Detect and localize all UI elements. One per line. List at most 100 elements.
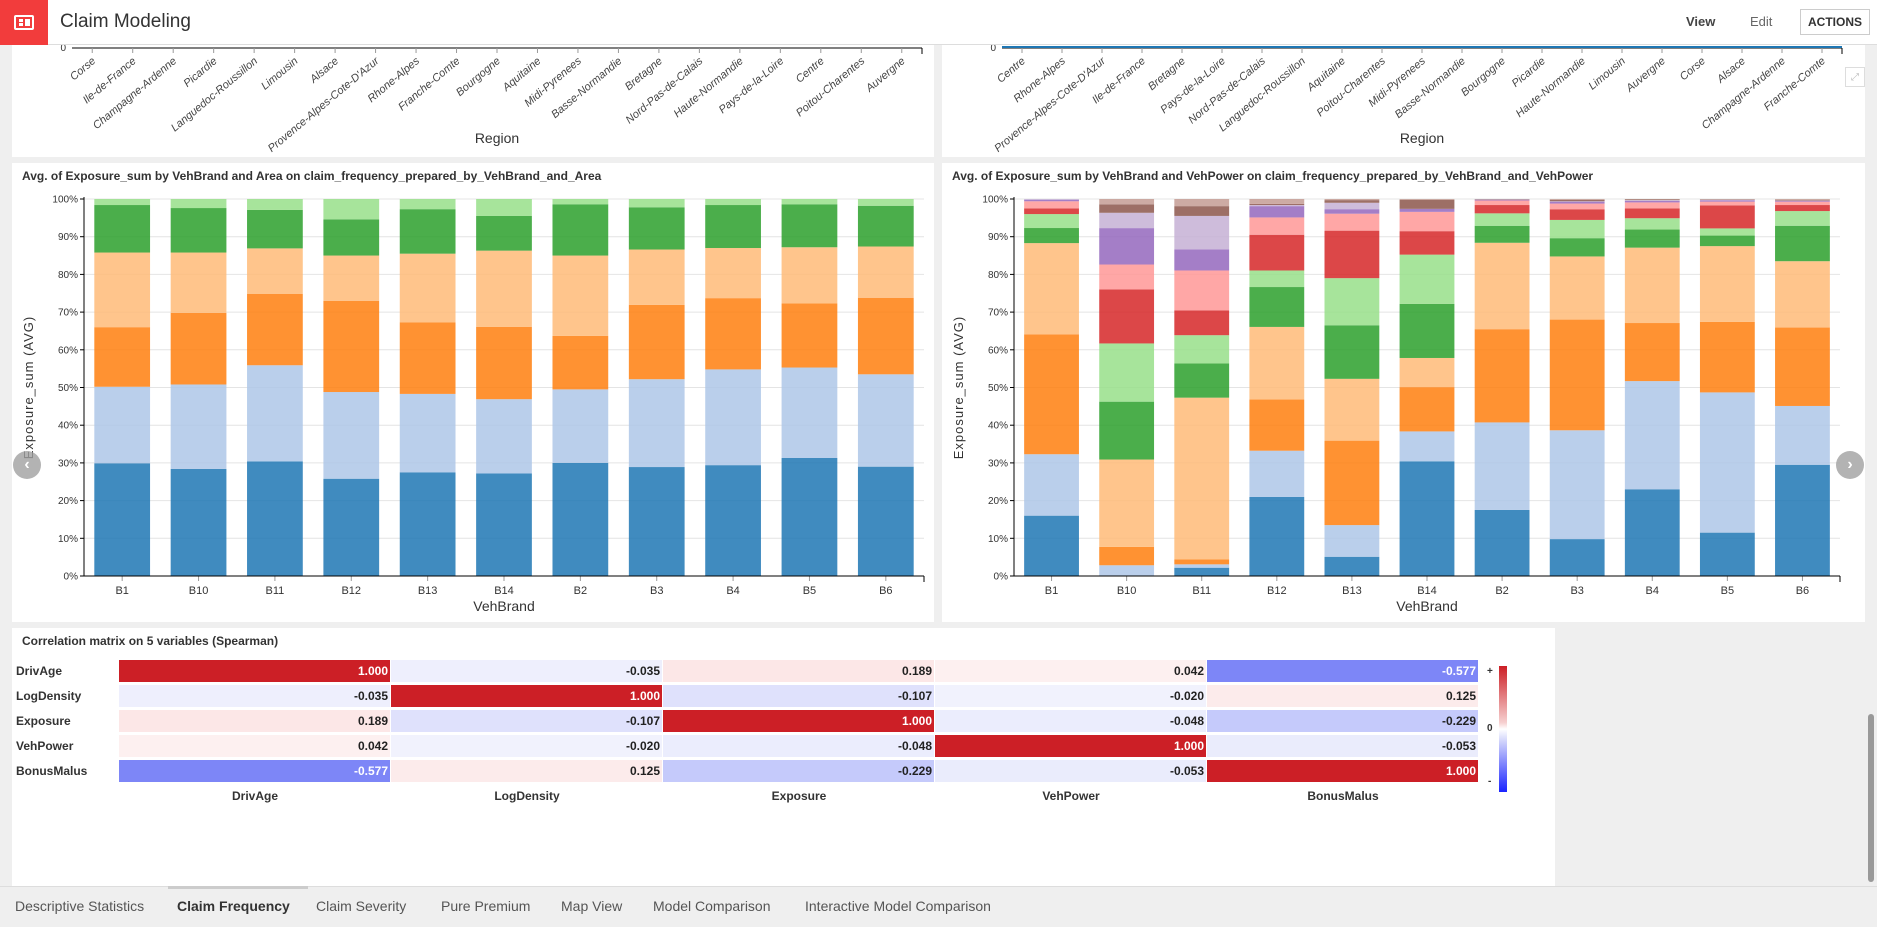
previous-arrow-icon[interactable]: ‹ (13, 451, 41, 479)
bar-segment[interactable] (1249, 217, 1305, 235)
bar-segment[interactable] (1024, 208, 1079, 215)
bar-segment[interactable] (1249, 287, 1305, 327)
bar-segment[interactable] (1249, 205, 1305, 207)
bar-segment[interactable] (1775, 199, 1830, 200)
view-button[interactable]: View (1686, 14, 1715, 29)
bar-segment[interactable] (1474, 422, 1530, 510)
bar-segment[interactable] (476, 215, 532, 251)
bar-segment[interactable] (1775, 225, 1830, 262)
bar-segment[interactable] (1549, 199, 1605, 200)
bar-segment[interactable] (1399, 208, 1455, 212)
bar-segment[interactable] (1549, 209, 1605, 220)
bar-segment[interactable] (476, 473, 532, 576)
bar-segment[interactable] (1624, 200, 1680, 203)
bar-segment[interactable] (705, 465, 761, 576)
tab-claim-severity[interactable]: Claim Severity (316, 898, 406, 914)
bar-segment[interactable] (1324, 378, 1380, 441)
bar-segment[interactable] (1474, 329, 1530, 423)
bar-segment[interactable] (1699, 199, 1755, 201)
bar-segment[interactable] (1549, 256, 1605, 320)
bar-segment[interactable] (1174, 199, 1230, 207)
bar-segment[interactable] (1624, 323, 1680, 382)
corr-cell[interactable]: -0.020 (935, 685, 1206, 707)
bar-segment[interactable] (705, 369, 761, 466)
bar-segment[interactable] (1174, 206, 1230, 216)
bar-segment[interactable] (628, 379, 685, 468)
tab-claim-frequency[interactable]: Claim Frequency (177, 898, 290, 914)
bar-segment[interactable] (1249, 234, 1305, 271)
actions-button[interactable]: ACTIONS (1800, 9, 1870, 35)
bar-segment[interactable] (1174, 363, 1230, 398)
bar-segment[interactable] (1249, 496, 1305, 576)
bar-segment[interactable] (857, 199, 914, 206)
bar-segment[interactable] (1324, 556, 1380, 576)
corr-cell[interactable]: 0.125 (391, 760, 662, 782)
bar-segment[interactable] (1549, 238, 1605, 257)
bar-segment[interactable] (1399, 461, 1455, 576)
corr-cell[interactable]: -0.053 (935, 760, 1206, 782)
bar-segment[interactable] (1624, 247, 1680, 324)
bar-segment[interactable] (781, 457, 838, 576)
bar-segment[interactable] (1474, 205, 1530, 214)
bar-segment[interactable] (323, 219, 380, 256)
bar-segment[interactable] (1324, 440, 1380, 526)
bar-segment[interactable] (705, 298, 761, 370)
bar-segment[interactable] (1549, 430, 1605, 540)
expand-icon[interactable]: ⤢ (1845, 67, 1865, 87)
bar-segment[interactable] (1324, 213, 1380, 231)
bar-segment[interactable] (170, 384, 227, 469)
bar-segment[interactable] (1099, 459, 1155, 547)
bar-segment[interactable] (1624, 218, 1680, 230)
bar-segment[interactable] (552, 389, 609, 463)
bar-segment[interactable] (1024, 199, 1079, 202)
corr-cell[interactable]: 1.000 (391, 685, 662, 707)
bar-segment[interactable] (1174, 335, 1230, 364)
corr-cell[interactable]: -0.035 (119, 685, 390, 707)
bar-segment[interactable] (857, 246, 914, 298)
bar-segment[interactable] (323, 255, 380, 301)
corr-cell[interactable]: -0.229 (1207, 710, 1478, 732)
bar-segment[interactable] (94, 205, 151, 253)
bar-segment[interactable] (1324, 525, 1380, 557)
bar-segment[interactable] (476, 199, 532, 216)
bar-segment[interactable] (247, 294, 303, 366)
bar-segment[interactable] (552, 255, 609, 336)
bar-segment[interactable] (1249, 326, 1305, 400)
corr-cell[interactable]: 0.042 (119, 735, 390, 757)
bar-segment[interactable] (857, 374, 914, 467)
bar-segment[interactable] (476, 250, 532, 327)
bar-segment[interactable] (628, 199, 685, 208)
bar-segment[interactable] (857, 297, 914, 375)
bar-segment[interactable] (1249, 450, 1305, 497)
bar-segment[interactable] (247, 199, 303, 210)
bar-segment[interactable] (781, 204, 838, 248)
bar-segment[interactable] (1474, 225, 1530, 243)
corr-cell[interactable]: -0.107 (663, 685, 934, 707)
bar-segment[interactable] (1775, 199, 1830, 201)
bar-segment[interactable] (1474, 200, 1530, 206)
bar-segment[interactable] (1024, 228, 1079, 244)
bar-segment[interactable] (552, 204, 609, 256)
bar-segment[interactable] (1775, 261, 1830, 328)
bar-segment[interactable] (1399, 254, 1455, 304)
bar-segment[interactable] (1624, 202, 1680, 209)
bar-segment[interactable] (1624, 199, 1680, 201)
corr-cell[interactable]: 0.189 (663, 660, 934, 682)
bar-segment[interactable] (1549, 203, 1605, 210)
bar-segment[interactable] (1474, 199, 1530, 201)
next-arrow-icon[interactable]: › (1836, 451, 1864, 479)
bar-segment[interactable] (1474, 242, 1530, 330)
tab-map-view[interactable]: Map View (561, 898, 622, 914)
bar-segment[interactable] (1249, 199, 1305, 204)
bar-segment[interactable] (1775, 201, 1830, 206)
corr-cell[interactable]: -0.035 (391, 660, 662, 682)
bar-segment[interactable] (1249, 270, 1305, 288)
bar-segment[interactable] (781, 199, 838, 205)
bar-segment[interactable] (705, 205, 761, 249)
bar-segment[interactable] (1324, 230, 1380, 279)
bar-segment[interactable] (1099, 401, 1155, 460)
bar-segment[interactable] (1174, 310, 1230, 336)
bar-segment[interactable] (1099, 199, 1155, 205)
corr-cell[interactable]: -0.048 (935, 710, 1206, 732)
corr-cell[interactable]: 1.000 (119, 660, 390, 682)
